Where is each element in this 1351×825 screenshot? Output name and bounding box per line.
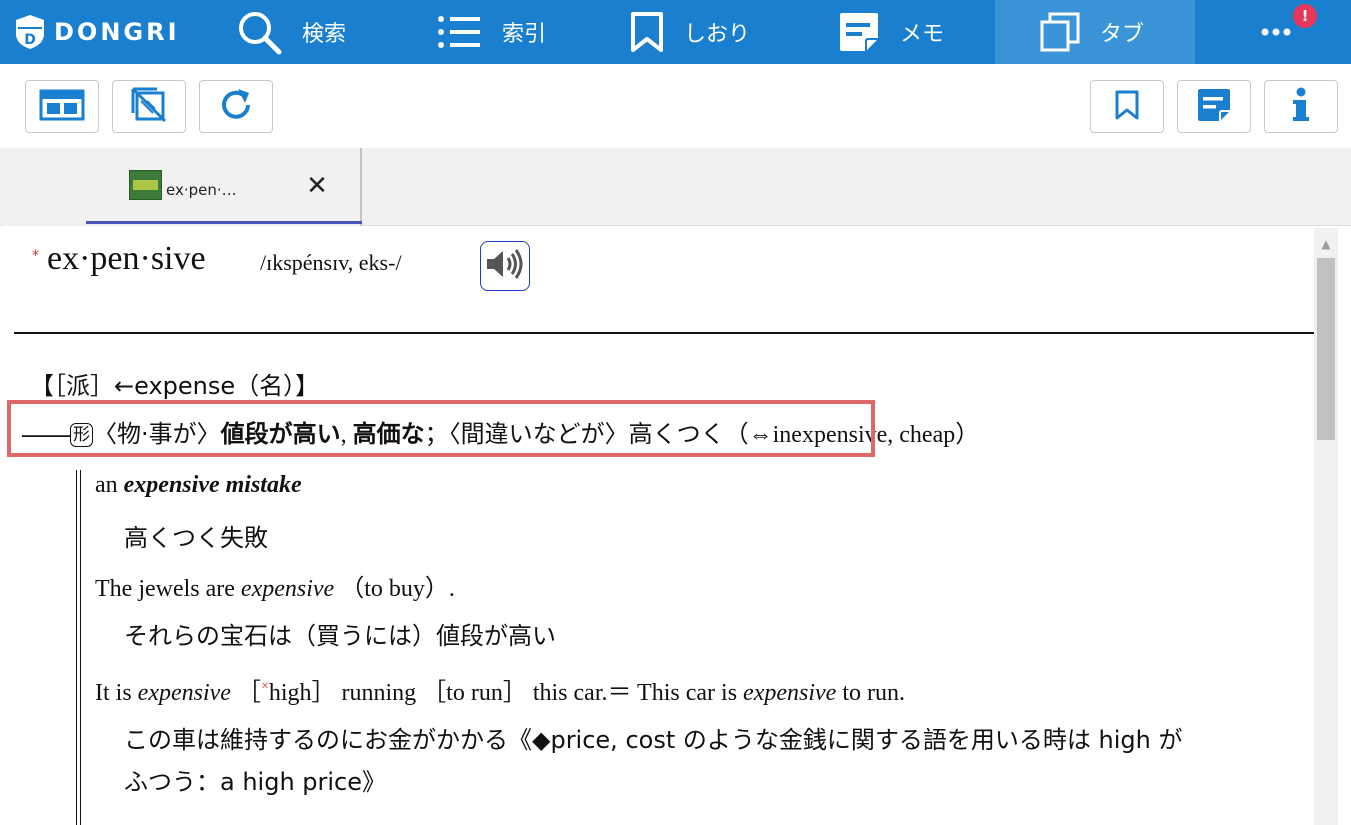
search-icon	[236, 9, 282, 55]
example-1-ja: 高くつく失敗	[124, 524, 268, 552]
window-edge	[1338, 228, 1351, 825]
nav-bookmarks-label: しおり	[684, 22, 751, 47]
example-3-ja-cont: ふつう：a high price》	[124, 768, 387, 796]
no-image-icon	[131, 87, 167, 127]
list-icon	[436, 14, 482, 50]
speaker-icon	[485, 248, 525, 284]
example-indent-bar	[76, 470, 81, 825]
example-text: The jewels are	[95, 576, 241, 602]
entry-content: * ex·pen·sive /ɪkspénsɪv, eks-/ 【［派］←exp…	[2, 228, 1314, 825]
example-1-en: an expensive mistake	[95, 472, 302, 499]
tab-close-button[interactable]: ✕	[302, 171, 332, 201]
nav-tabs-label: タブ	[1100, 22, 1145, 47]
nav-memo[interactable]: メモ	[838, 0, 944, 64]
highlight-annotation-box	[7, 400, 875, 457]
example-2-ja: それらの宝石は（買うには）値段が高い	[124, 622, 556, 650]
example-2-en: The jewels are expensive （to buy）.	[95, 568, 455, 603]
example-3-ja: この車は維持するのにお金がかかる《◆price, cost のような金銭に関する…	[124, 726, 1183, 754]
example-text: an	[95, 472, 124, 498]
app-logo[interactable]: D DONGRI	[14, 13, 180, 51]
example-keyword: expensive	[240, 576, 335, 602]
nav-memo-label: メモ	[900, 22, 945, 47]
example-keyword: expensive	[137, 680, 231, 706]
bookmark-icon	[1114, 89, 1140, 125]
example-3-en: It is expensive ［×high］ running ［to run］…	[95, 672, 905, 707]
nav-more[interactable]	[1256, 0, 1296, 64]
tabs-icon	[1040, 12, 1080, 52]
more-icon	[1260, 27, 1292, 37]
example-keyword: expensive mistake	[123, 472, 302, 498]
nav-bookmarks[interactable]: しおり	[630, 0, 750, 64]
nav-search-label: 検索	[302, 22, 347, 47]
layout-button[interactable]	[25, 80, 99, 133]
example-text: high］ running ［to run］ this car.＝ This c…	[268, 680, 744, 706]
top-nav-bar: D DONGRI 検索 索引 しおり メモ タブ !	[0, 0, 1351, 64]
scroll-thumb[interactable]	[1317, 258, 1335, 440]
add-memo-button[interactable]	[1177, 80, 1251, 133]
scroll-up-arrow-icon[interactable]: ▲	[1314, 234, 1338, 254]
nav-index[interactable]: 索引	[436, 0, 546, 64]
refresh-icon	[218, 87, 254, 127]
incorrect-mark: ×	[260, 679, 269, 694]
logo-shield-icon: D	[14, 14, 46, 50]
tab-title: ex·pen·…	[166, 181, 237, 199]
info-button[interactable]	[1264, 80, 1338, 133]
memo-icon	[838, 11, 880, 53]
memo-icon	[1196, 87, 1232, 127]
example-text: ［	[230, 680, 261, 706]
example-text: （to buy）.	[334, 576, 455, 602]
nav-index-label: 索引	[502, 22, 547, 47]
derivation: 【［派］←expense（名）】	[30, 372, 320, 400]
logo-text: DONGRI	[54, 18, 180, 46]
bookmark-icon	[630, 11, 664, 53]
layout-icon	[39, 89, 85, 125]
play-sound-button[interactable]	[480, 241, 530, 291]
nav-tabs[interactable]: タブ	[995, 0, 1195, 64]
toolbar	[0, 64, 1351, 148]
example-text: to run.	[836, 680, 905, 706]
refresh-button[interactable]	[199, 80, 273, 133]
svg-text:D: D	[24, 32, 36, 48]
example-keyword: expensive	[743, 680, 837, 706]
vertical-scrollbar[interactable]: ▲	[1314, 228, 1338, 825]
tab-active-underline	[86, 221, 362, 224]
info-icon	[1291, 87, 1311, 127]
dictionary-thumbnail	[129, 170, 162, 200]
notification-badge[interactable]: !	[1293, 4, 1317, 28]
importance-star: *	[32, 248, 39, 264]
no-image-button[interactable]	[112, 80, 186, 133]
example-text: It is	[95, 680, 138, 706]
pronunciation: /ɪkspénsɪv, eks-/	[260, 250, 402, 275]
nav-search[interactable]: 検索	[236, 0, 346, 64]
divider	[14, 332, 1314, 334]
headword: ex·pen·sive	[47, 240, 206, 277]
add-bookmark-button[interactable]	[1090, 80, 1164, 133]
